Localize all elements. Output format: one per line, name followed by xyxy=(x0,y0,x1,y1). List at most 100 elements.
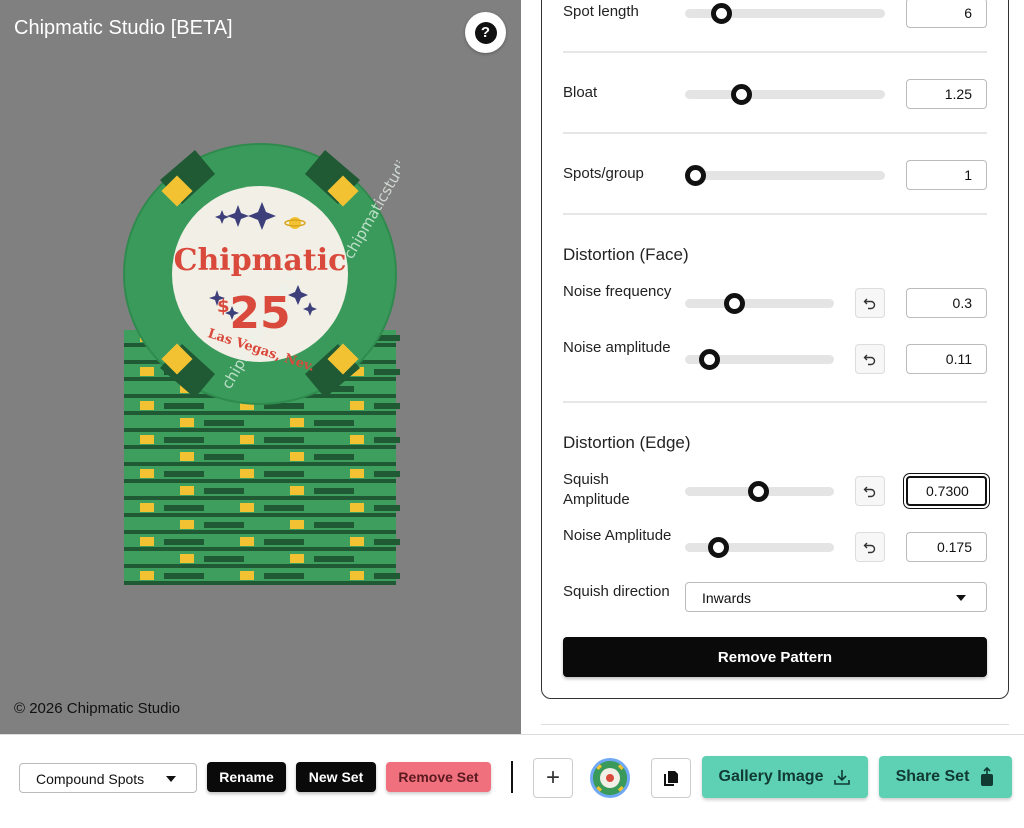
spot-length-label: Spot length xyxy=(563,3,639,20)
chip-edge-dark-spot xyxy=(374,403,400,409)
share-set-label: Share Set xyxy=(895,768,970,785)
chip-edge-spot xyxy=(290,418,304,427)
rename-button[interactable]: Rename xyxy=(207,762,286,792)
chip-edge-dark-spot xyxy=(164,573,204,579)
edge-squish-amplitude-reset-button[interactable] xyxy=(855,476,885,506)
chip-edge-line xyxy=(124,496,396,500)
bloat-row: Bloat 1.25 xyxy=(563,73,987,113)
bloat-input[interactable]: 1.25 xyxy=(906,79,987,109)
chip-edge-spot xyxy=(350,469,364,478)
edge-noise-amplitude-slider-thumb[interactable] xyxy=(707,537,729,558)
new-set-button[interactable]: New Set xyxy=(296,762,376,792)
squish-direction-value: Inwards xyxy=(702,590,752,606)
chip-edge-dark-spot xyxy=(374,437,400,443)
spot-length-row: Spot length 6 xyxy=(563,0,987,32)
bloat-slider[interactable] xyxy=(685,84,885,105)
chip-edge-dark-spot xyxy=(314,556,354,562)
chip-edge-spot xyxy=(240,537,254,546)
spots-group-row: Spots/group 1 xyxy=(563,154,987,194)
chip-edge-dark-spot xyxy=(264,573,304,579)
chip-brand-text: Chipmatic xyxy=(174,243,347,278)
chip-edge-line xyxy=(124,428,396,432)
add-chip-button[interactable]: + xyxy=(533,758,573,798)
copyright-text: © 2026 Chipmatic Studio xyxy=(14,700,181,717)
chip-edge-spot xyxy=(140,435,154,444)
chip-edge-spot xyxy=(140,401,154,410)
chip-edge-dark-spot xyxy=(164,403,204,409)
squish-direction-select[interactable]: Inwards xyxy=(685,582,987,612)
face-noise-amplitude-slider[interactable] xyxy=(685,349,834,370)
chip-edge-spot xyxy=(350,571,364,580)
face-noise-frequency-input[interactable]: 0.3 xyxy=(906,288,987,318)
divider xyxy=(563,401,987,403)
chip-edge-spot xyxy=(180,452,194,461)
share-icon xyxy=(981,767,994,786)
edge-noise-amplitude-row: Noise Amplitude 0.175 xyxy=(563,526,987,566)
divider xyxy=(563,213,987,215)
chip-edge-spot xyxy=(140,571,154,580)
chip-edge-spot xyxy=(140,503,154,512)
chip-edge-line xyxy=(124,564,396,568)
remove-pattern-button[interactable]: Remove Pattern xyxy=(563,637,987,677)
chip-edge-dark-spot xyxy=(204,420,244,426)
chip-edge-spot xyxy=(140,469,154,478)
spot-length-input[interactable]: 6 xyxy=(906,0,987,28)
face-noise-amplitude-reset-button[interactable] xyxy=(855,344,885,374)
edge-noise-amplitude-slider[interactable] xyxy=(685,537,834,558)
face-noise-amplitude-slider-thumb[interactable] xyxy=(698,349,720,370)
chip-edge-dark-spot xyxy=(374,505,400,511)
edge-squish-amplitude-input[interactable]: 0.7300 xyxy=(906,476,987,506)
copy-button[interactable] xyxy=(651,758,691,798)
squish-direction-label: Squish direction xyxy=(563,583,670,600)
edge-noise-amplitude-reset-button[interactable] xyxy=(855,532,885,562)
face-noise-frequency-reset-button[interactable] xyxy=(855,288,885,318)
chip-edge-dark-spot xyxy=(314,420,354,426)
chip-edge-spot xyxy=(240,571,254,580)
chip-edge-dark-spot xyxy=(164,505,204,511)
face-noise-amplitude-input[interactable]: 0.11 xyxy=(906,344,987,374)
bloat-slider-thumb[interactable] xyxy=(731,84,752,105)
chip-edge-line xyxy=(124,411,396,415)
chip-edge-line xyxy=(124,513,396,517)
spots-group-slider[interactable] xyxy=(685,165,885,186)
face-noise-frequency-slider[interactable] xyxy=(685,293,834,314)
spots-group-slider-thumb[interactable] xyxy=(685,165,706,186)
face-noise-frequency-slider-thumb[interactable] xyxy=(724,293,746,314)
help-button[interactable]: ? xyxy=(465,12,506,53)
chip-edge-dark-spot xyxy=(264,505,304,511)
chip-edge-spot xyxy=(350,435,364,444)
set-select[interactable]: Compound Spots xyxy=(19,763,197,793)
divider xyxy=(563,51,987,53)
spot-length-slider-thumb[interactable] xyxy=(711,3,732,24)
chip-edge-spot xyxy=(140,537,154,546)
chip-edge-dark-spot xyxy=(204,522,244,528)
edge-noise-amplitude-input[interactable]: 0.175 xyxy=(906,532,987,562)
distortion-edge-title: Distortion (Edge) xyxy=(563,433,691,452)
edge-squish-amplitude-row: Squish Amplitude 0.7300 xyxy=(563,470,987,510)
chip-edge-spot xyxy=(290,486,304,495)
chip-edge-spot xyxy=(180,520,194,529)
chip-edge-spot xyxy=(290,520,304,529)
face-noise-amplitude-row: Noise amplitude 0.11 xyxy=(563,338,987,378)
face-noise-frequency-row: Noise frequency 0.3 xyxy=(563,282,987,322)
chip-thumbnail[interactable] xyxy=(590,758,630,798)
share-set-button[interactable]: Share Set xyxy=(879,756,1012,798)
chip-top-face: chipmaticstudio.com chipmaticstudio.com … xyxy=(123,140,400,405)
gallery-image-label: Gallery Image xyxy=(718,768,824,785)
chip-edge-dark-spot xyxy=(164,471,204,477)
chip-edge-spot xyxy=(290,452,304,461)
chip-edge-spot xyxy=(180,486,194,495)
chip-edge-dark-spot xyxy=(164,437,204,443)
gallery-image-button[interactable]: Gallery Image xyxy=(702,756,868,798)
settings-panel[interactable]: Spot length 6 Bloat 1.25 Spots/group 1 D… xyxy=(521,0,1024,734)
spot-length-slider[interactable] xyxy=(685,3,885,24)
chip-edge-spot xyxy=(350,503,364,512)
chip-edge-dark-spot xyxy=(374,369,400,375)
edge-squish-amplitude-slider-thumb[interactable] xyxy=(748,481,769,502)
spots-group-label: Spots/group xyxy=(563,165,644,182)
spots-group-input[interactable]: 1 xyxy=(906,160,987,190)
remove-set-button[interactable]: Remove Set xyxy=(386,762,491,792)
chip-edge-line xyxy=(124,547,396,551)
edge-squish-amplitude-slider[interactable] xyxy=(685,481,834,502)
copy-icon xyxy=(664,771,678,786)
